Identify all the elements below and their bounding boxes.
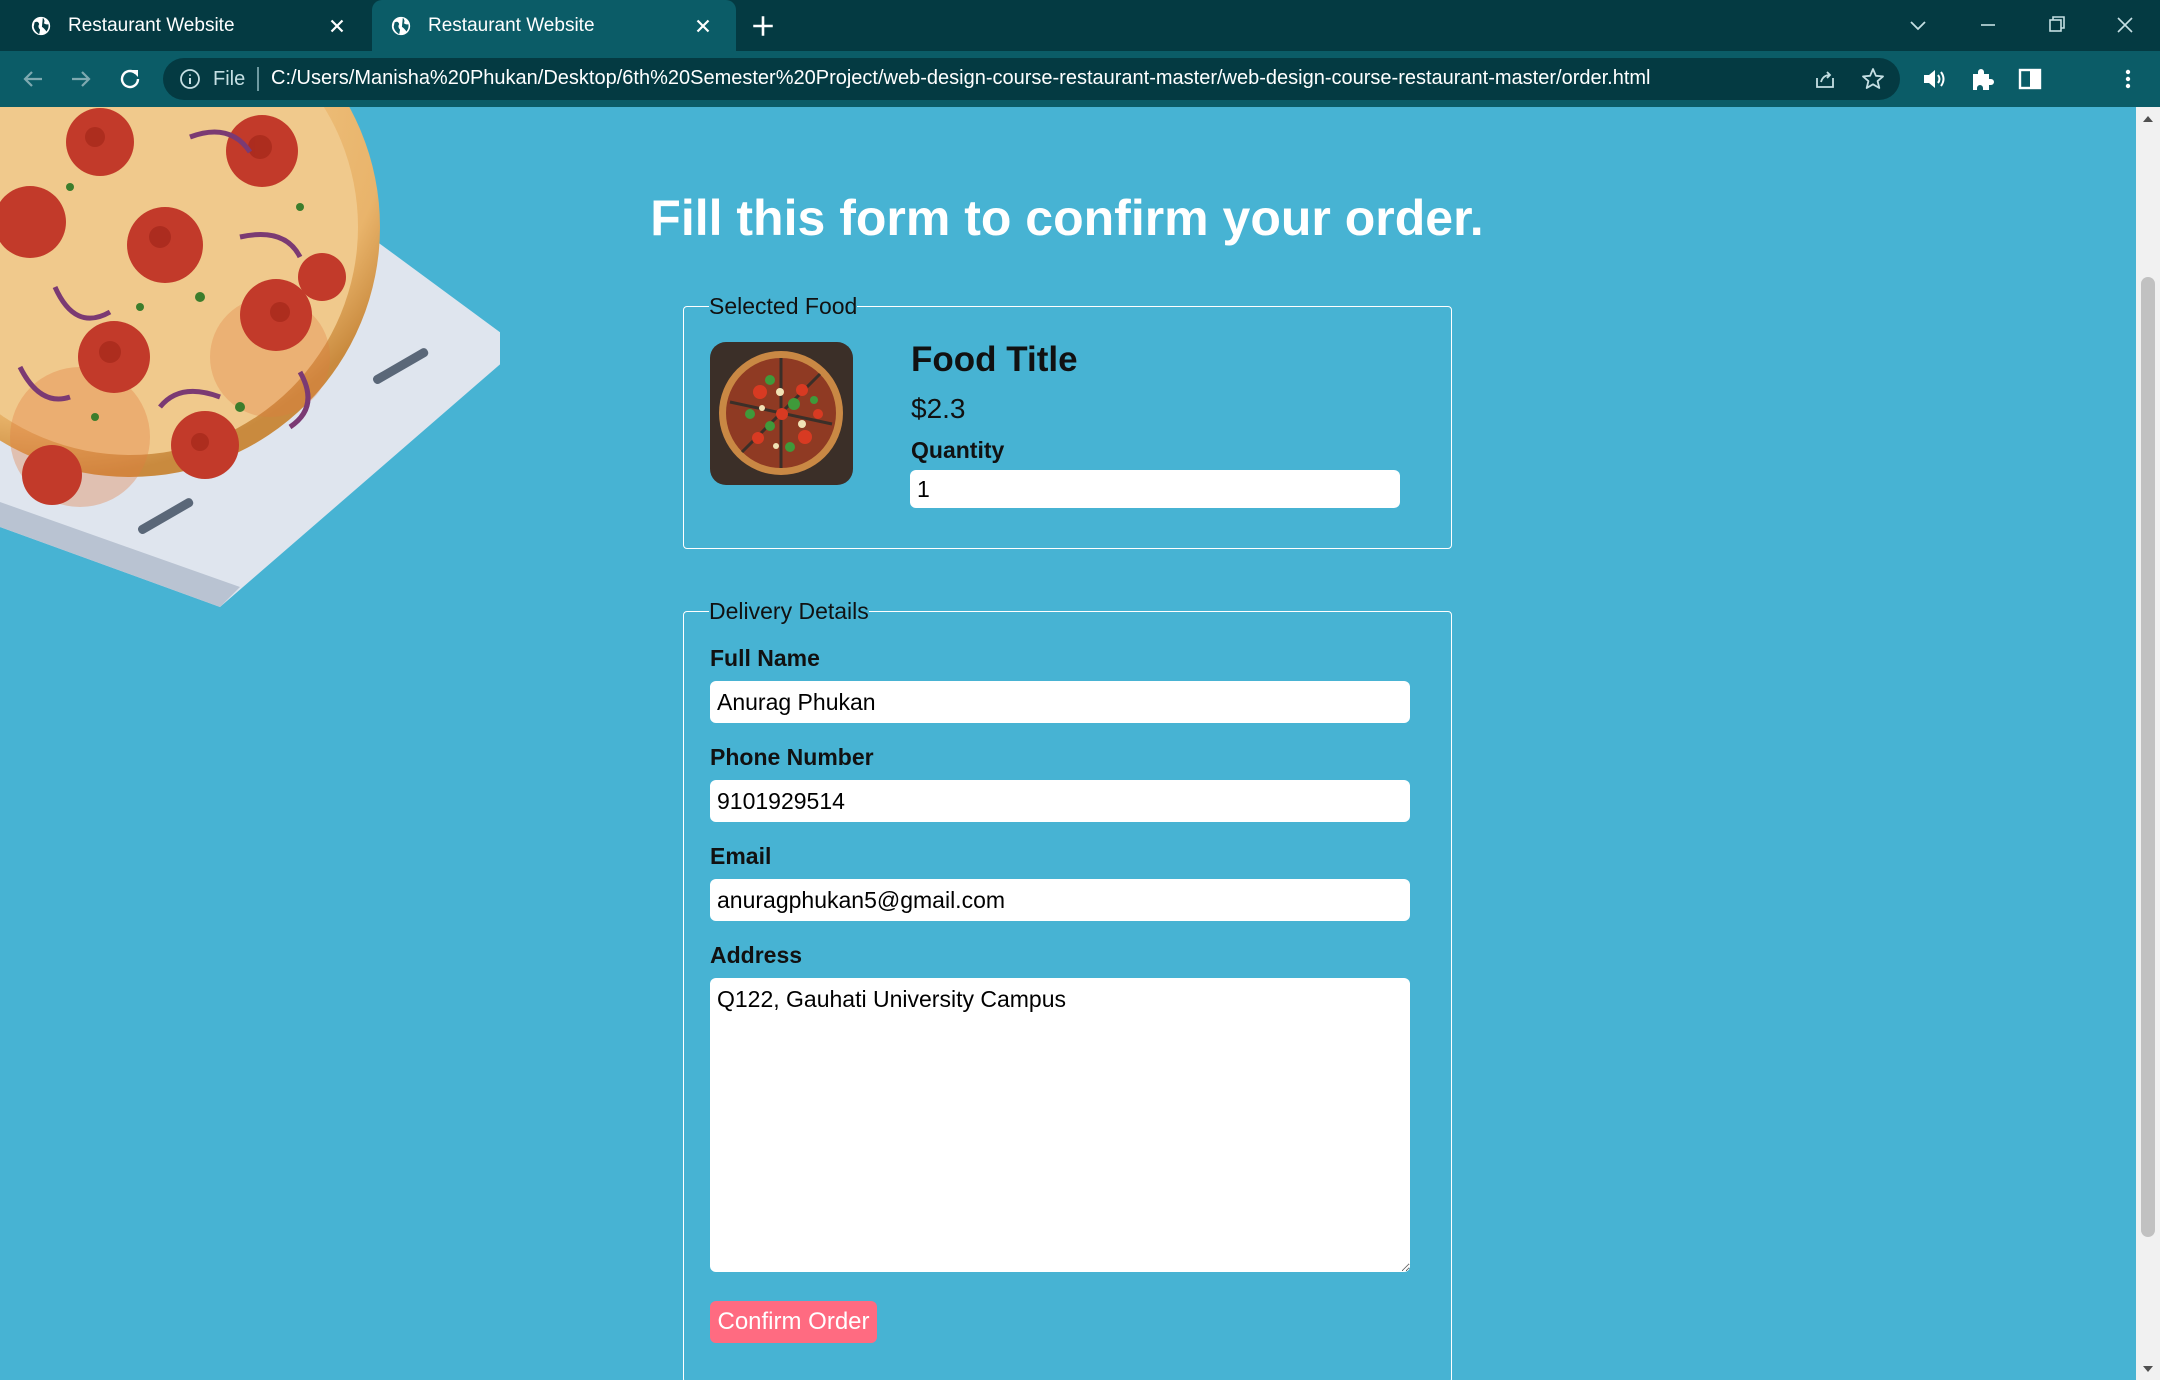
confirm-order-button[interactable]: Confirm Order xyxy=(710,1301,877,1343)
globe-icon xyxy=(391,16,411,35)
phone-number-label: Phone Number xyxy=(710,744,874,770)
address-bar[interactable]: File C:/Users/Manisha%20Phukan/Desktop/6… xyxy=(163,58,1900,100)
back-icon[interactable] xyxy=(20,66,46,92)
toolbar: File C:/Users/Manisha%20Phukan/Desktop/6… xyxy=(0,51,2160,146)
restore-icon[interactable] xyxy=(2042,10,2072,40)
scroll-down-arrow-icon[interactable] xyxy=(2142,1363,2154,1375)
pizza-background-image xyxy=(0,107,500,607)
full-name-input[interactable] xyxy=(710,681,1410,723)
tab-title: Restaurant Website xyxy=(428,14,595,36)
address-label: Address xyxy=(710,942,803,968)
tab-restaurant-website-1[interactable]: Restaurant Website xyxy=(0,0,370,51)
page-viewport: Fill this form to confirm your order. Se… xyxy=(0,107,2136,1380)
address-textarea[interactable]: Q122, Gauhati University Campus xyxy=(710,978,1410,1272)
quantity-input[interactable] xyxy=(910,470,1400,508)
extensions-icon[interactable] xyxy=(1968,65,1996,93)
food-title: Food Title xyxy=(911,340,1078,379)
page-scrollbar[interactable] xyxy=(2136,107,2160,1380)
url-text[interactable]: C:/Users/Manisha%20Phukan/Desktop/6th%20… xyxy=(271,67,1651,90)
info-icon[interactable] xyxy=(179,68,201,90)
food-image xyxy=(710,342,853,485)
tab-title: Restaurant Website xyxy=(68,14,235,36)
quantity-label: Quantity xyxy=(911,437,1005,463)
new-tab-icon[interactable] xyxy=(750,13,776,39)
share-icon[interactable] xyxy=(1813,67,1837,91)
menu-icon[interactable] xyxy=(2114,65,2142,93)
sidepanel-icon[interactable] xyxy=(2016,65,2044,93)
scroll-up-arrow-icon[interactable] xyxy=(2142,113,2154,125)
close-window-icon[interactable] xyxy=(2110,10,2140,40)
scheme-label: File xyxy=(213,68,246,90)
close-tab-icon[interactable] xyxy=(692,15,714,37)
tab-search-chevron-icon[interactable] xyxy=(1903,10,1933,40)
email-label: Email xyxy=(710,843,772,869)
selected-food-legend: Selected Food xyxy=(709,293,858,319)
tab-strip: Restaurant Website Restaurant Website xyxy=(0,0,2160,51)
page-heading: Fill this form to confirm your order. xyxy=(650,190,1484,246)
email-input[interactable] xyxy=(710,879,1410,921)
delivery-details-legend: Delivery Details xyxy=(709,598,869,624)
reload-icon[interactable] xyxy=(117,66,143,92)
food-price: $2.3 xyxy=(911,393,966,424)
omnibox-divider xyxy=(257,67,259,91)
tab-restaurant-website-2[interactable]: Restaurant Website xyxy=(372,0,736,51)
full-name-label: Full Name xyxy=(710,645,820,671)
star-icon[interactable] xyxy=(1860,66,1886,92)
close-tab-icon[interactable] xyxy=(326,15,348,37)
speaker-icon[interactable] xyxy=(1920,65,1948,93)
forward-icon[interactable] xyxy=(68,66,94,92)
minimize-icon[interactable] xyxy=(1973,10,2003,40)
scrollbar-thumb[interactable] xyxy=(2141,277,2155,1237)
phone-number-input[interactable] xyxy=(710,780,1410,822)
globe-icon xyxy=(31,16,51,35)
